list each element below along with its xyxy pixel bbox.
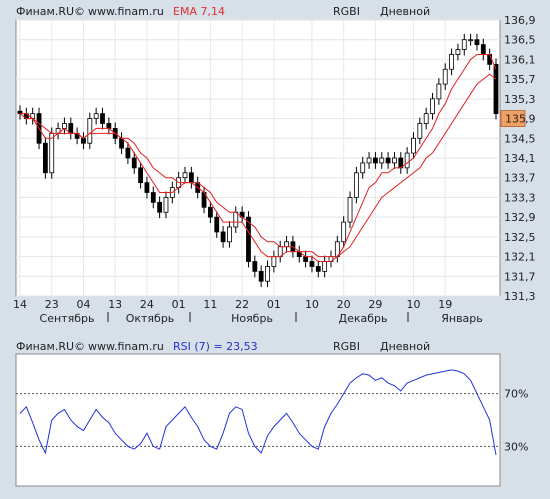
candle bbox=[303, 256, 309, 262]
price-month-label: Декабрь bbox=[339, 312, 388, 325]
candle bbox=[461, 39, 467, 50]
candle bbox=[284, 241, 289, 248]
candle bbox=[207, 206, 213, 218]
candle bbox=[341, 221, 347, 243]
candle bbox=[106, 123, 112, 129]
candle bbox=[233, 211, 239, 228]
candle bbox=[449, 54, 454, 70]
price-x-tick: 04 bbox=[76, 298, 90, 311]
candle bbox=[182, 172, 188, 179]
price-y-tick: 131,3 bbox=[504, 290, 536, 303]
candle bbox=[379, 157, 385, 164]
candle bbox=[385, 157, 391, 164]
price-y-tick: 134,5 bbox=[504, 132, 536, 145]
price-x-tick: 10 bbox=[406, 298, 420, 311]
candle bbox=[474, 39, 480, 46]
price-y-tick: 136,5 bbox=[504, 34, 536, 47]
price-y-tick: 134,1 bbox=[504, 152, 536, 165]
candle bbox=[347, 197, 353, 223]
candle bbox=[366, 157, 372, 164]
candle bbox=[360, 162, 366, 174]
candle bbox=[157, 201, 163, 213]
candle bbox=[436, 83, 442, 100]
price-y-tick: 136,9 bbox=[504, 14, 536, 27]
chart-canvas: 136,9136,5136,1135,7135,3134,9134,5134,1… bbox=[13, 14, 536, 487]
candle bbox=[487, 54, 493, 65]
candle bbox=[81, 137, 86, 144]
rsi-panel: 70% 30% bbox=[15, 353, 528, 487]
price-y-tick: 133,3 bbox=[504, 191, 536, 204]
price-x-tick: 20 bbox=[337, 298, 351, 311]
candle bbox=[493, 63, 499, 115]
candle bbox=[246, 216, 251, 262]
price-y-tick: 133,7 bbox=[504, 172, 536, 185]
candle bbox=[258, 270, 264, 282]
candle bbox=[100, 113, 105, 124]
price-x-tick: 01 bbox=[172, 298, 186, 311]
candle bbox=[93, 113, 99, 119]
candle bbox=[252, 261, 258, 272]
price-y-tick: 131,7 bbox=[504, 270, 536, 283]
price-y-tick: 132,5 bbox=[504, 231, 536, 244]
candle bbox=[125, 147, 131, 159]
candle bbox=[411, 137, 416, 154]
candle bbox=[373, 157, 378, 164]
candle bbox=[271, 256, 277, 267]
candle bbox=[455, 49, 461, 55]
rsi-level-label: 30% bbox=[504, 440, 528, 453]
rsi-level-label: 70% bbox=[504, 388, 528, 401]
candle bbox=[188, 172, 194, 184]
candle bbox=[42, 142, 48, 174]
candle bbox=[214, 216, 220, 233]
last-price-label: 135 bbox=[505, 113, 526, 126]
price-panel: 136,9136,5136,1135,7135,3134,9134,5134,1… bbox=[13, 14, 536, 325]
price-month-label: Январь bbox=[441, 312, 483, 325]
candle bbox=[417, 123, 423, 139]
candle bbox=[87, 118, 93, 144]
candle bbox=[322, 261, 328, 272]
price-x-tick: 01 bbox=[267, 298, 281, 311]
price-y-tick: 135,3 bbox=[504, 93, 536, 106]
candle bbox=[163, 197, 169, 213]
price-x-tick: 23 bbox=[45, 298, 59, 311]
price-x-tick: 10 bbox=[305, 298, 319, 311]
price-x-tick: 11 bbox=[203, 298, 217, 311]
price-x-tick: 29 bbox=[368, 298, 382, 311]
candle bbox=[150, 192, 156, 203]
rsi-plot-area bbox=[15, 353, 501, 487]
price-y-tick: 135,7 bbox=[504, 73, 536, 86]
candle bbox=[430, 98, 435, 115]
price-month-label: Ноябрь bbox=[231, 312, 273, 325]
price-x-tick: 22 bbox=[235, 298, 249, 311]
candle bbox=[49, 132, 55, 174]
candle bbox=[265, 266, 270, 282]
candle bbox=[423, 113, 429, 124]
candle bbox=[62, 123, 67, 129]
price-x-tick: 24 bbox=[140, 298, 154, 311]
candle bbox=[353, 172, 359, 198]
candle bbox=[392, 157, 397, 164]
candle bbox=[309, 261, 315, 267]
candle bbox=[404, 152, 410, 169]
candle bbox=[131, 157, 137, 169]
candle bbox=[442, 68, 448, 85]
price-y-tick: 132,1 bbox=[504, 251, 536, 264]
price-y-tick: 136,1 bbox=[504, 53, 536, 66]
price-x-tick: 19 bbox=[438, 298, 452, 311]
candle bbox=[220, 231, 226, 243]
candle bbox=[227, 226, 232, 243]
price-y-tick: 132,9 bbox=[504, 211, 536, 224]
price-month-label: Сентябрь bbox=[40, 312, 95, 325]
price-x-tick: 14 bbox=[13, 298, 27, 311]
candle bbox=[138, 167, 143, 184]
candle bbox=[144, 182, 150, 193]
price-month-label: Октябрь bbox=[126, 312, 175, 325]
candle bbox=[315, 266, 321, 272]
price-x-tick: 13 bbox=[108, 298, 122, 311]
candle bbox=[480, 44, 486, 55]
candle bbox=[468, 39, 474, 42]
